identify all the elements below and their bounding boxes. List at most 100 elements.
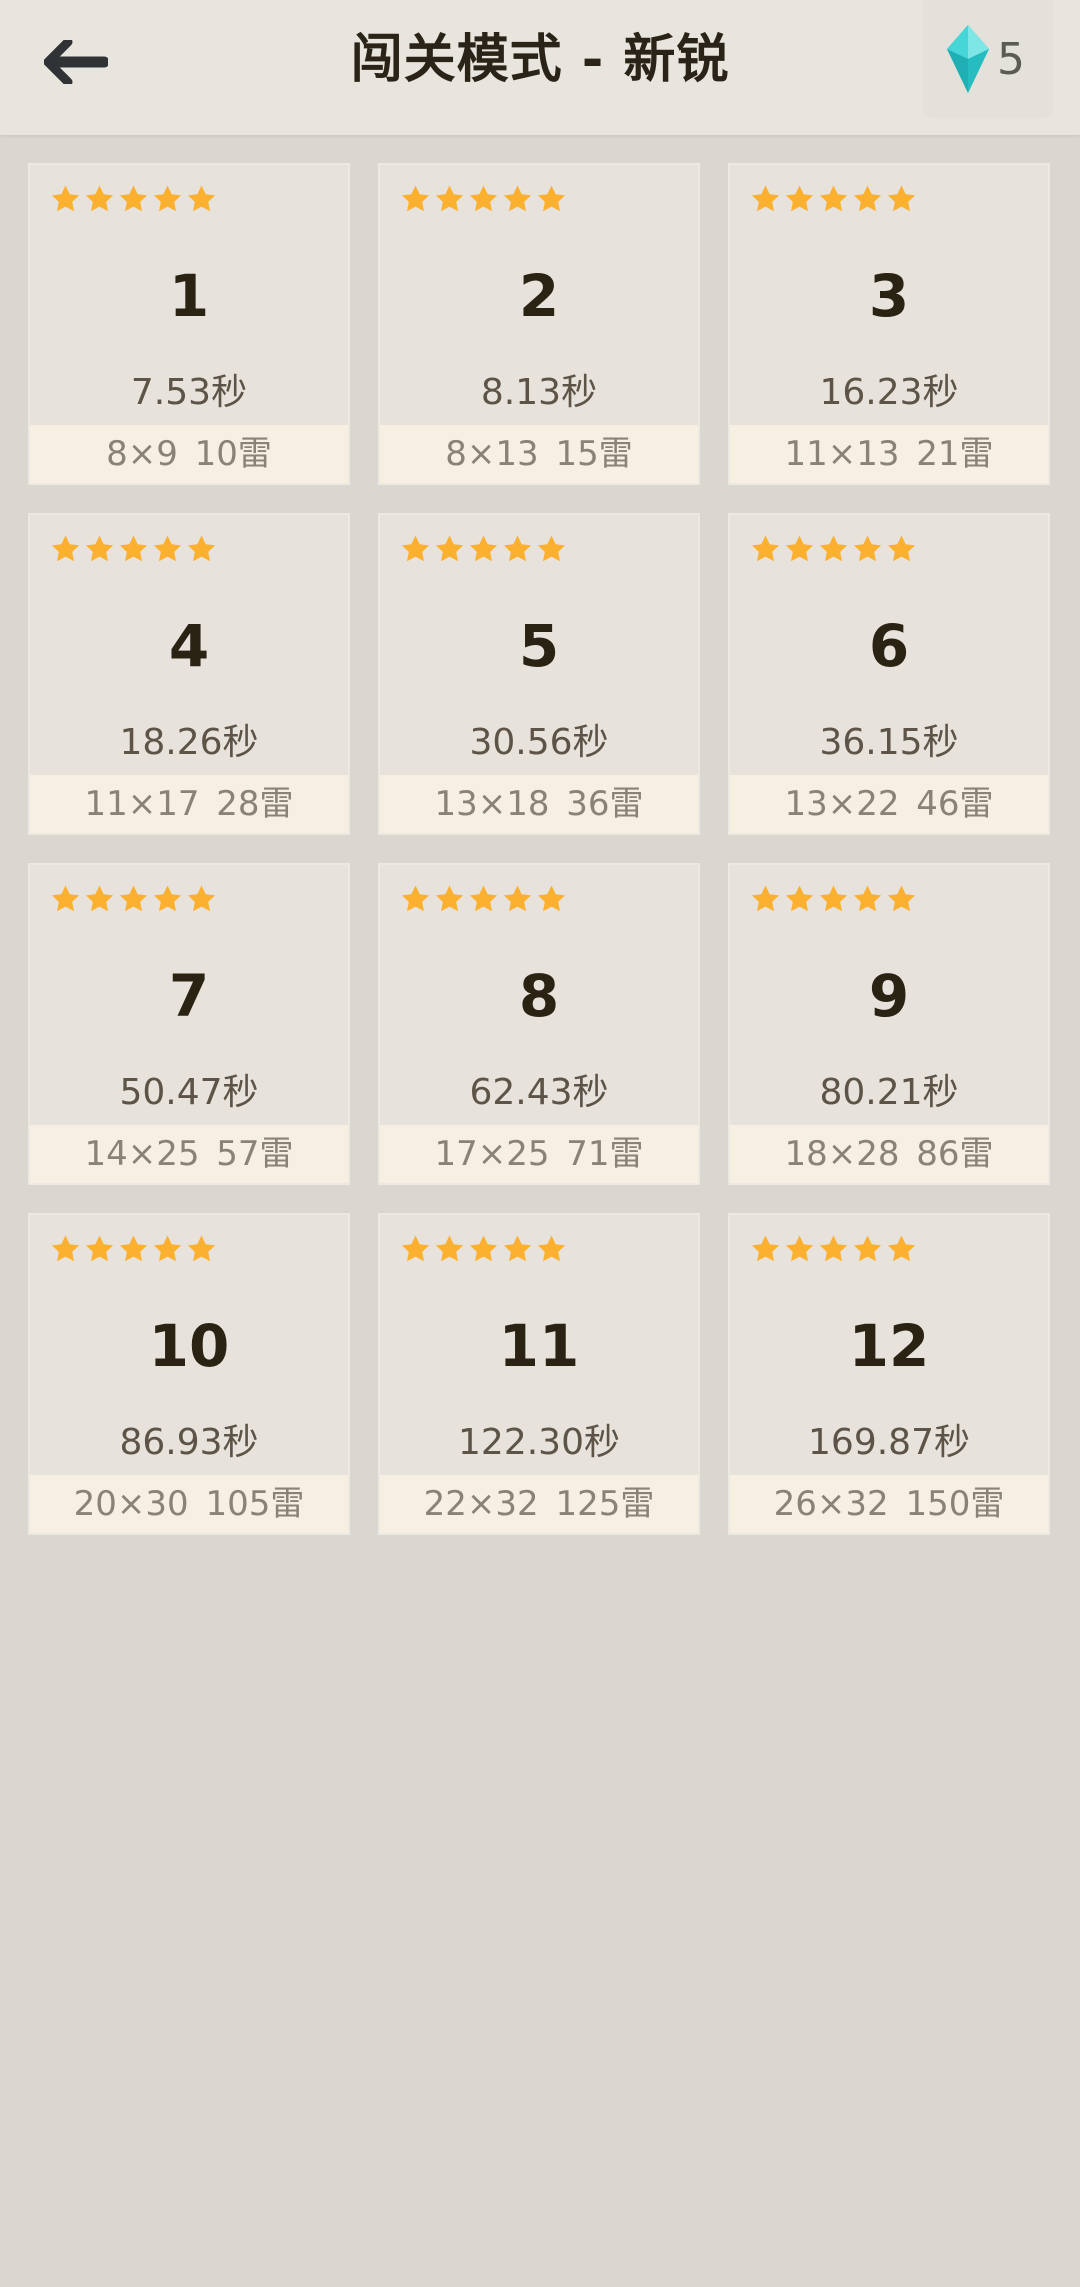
star-icon xyxy=(51,1235,80,1262)
star-icon xyxy=(785,185,814,212)
level-board-info: 11×13 21雷 xyxy=(730,425,1048,483)
star-icon xyxy=(469,535,498,562)
star-icon xyxy=(537,1235,566,1262)
level-number: 10 xyxy=(148,1312,230,1380)
star-icon xyxy=(435,535,464,562)
star-icon xyxy=(85,185,114,212)
star-icon xyxy=(153,885,182,912)
star-icon xyxy=(887,535,916,562)
level-number: 4 xyxy=(168,612,210,680)
level-card-6[interactable]: 6 36.15秒 13×22 46雷 xyxy=(728,513,1050,835)
level-card-4[interactable]: 4 18.26秒 11×17 28雷 xyxy=(28,513,350,835)
star-rating xyxy=(400,534,567,563)
level-number: 12 xyxy=(848,1312,930,1380)
level-number: 11 xyxy=(498,1312,580,1380)
star-icon xyxy=(401,535,430,562)
level-best-time: 18.26秒 xyxy=(119,722,259,763)
level-best-time: 50.47秒 xyxy=(119,1072,259,1113)
star-icon xyxy=(853,535,882,562)
star-rating xyxy=(400,884,567,913)
level-best-time: 7.53秒 xyxy=(130,372,248,413)
level-card-1[interactable]: 1 7.53秒 8×9 10雷 xyxy=(28,163,350,485)
star-icon xyxy=(819,1235,848,1262)
star-icon xyxy=(751,535,780,562)
level-number: 7 xyxy=(168,962,210,1030)
star-rating xyxy=(750,1234,917,1263)
star-icon xyxy=(887,185,916,212)
star-rating xyxy=(400,1234,567,1263)
star-icon xyxy=(435,1235,464,1262)
level-number: 5 xyxy=(518,612,560,680)
star-icon xyxy=(119,535,148,562)
level-best-time: 169.87秒 xyxy=(808,1422,970,1463)
star-icon xyxy=(401,1235,430,1262)
level-card-11[interactable]: 11 122.30秒 22×32 125雷 xyxy=(378,1213,700,1535)
star-icon xyxy=(469,1235,498,1262)
level-number: 9 xyxy=(868,962,910,1030)
star-icon xyxy=(435,885,464,912)
level-best-time: 80.21秒 xyxy=(819,1072,959,1113)
star-icon xyxy=(819,185,848,212)
star-icon xyxy=(153,535,182,562)
star-icon xyxy=(153,1235,182,1262)
star-icon xyxy=(435,185,464,212)
star-icon xyxy=(537,185,566,212)
level-board-info: 11×17 28雷 xyxy=(30,775,348,833)
star-icon xyxy=(187,1235,216,1262)
star-icon xyxy=(119,185,148,212)
level-card-3[interactable]: 3 16.23秒 11×13 21雷 xyxy=(728,163,1050,485)
level-number: 1 xyxy=(168,262,210,330)
level-best-time: 36.15秒 xyxy=(819,722,959,763)
level-card-12[interactable]: 12 169.87秒 26×32 150雷 xyxy=(728,1213,1050,1535)
level-board-info: 13×18 36雷 xyxy=(380,775,698,833)
level-board-info: 26×32 150雷 xyxy=(730,1475,1048,1533)
level-card-9[interactable]: 9 80.21秒 18×28 86雷 xyxy=(728,863,1050,1185)
level-board-info: 22×32 125雷 xyxy=(380,1475,698,1533)
level-number: 8 xyxy=(518,962,560,1030)
star-icon xyxy=(503,535,532,562)
level-board-info: 17×25 71雷 xyxy=(380,1125,698,1183)
star-rating xyxy=(400,184,567,213)
star-icon xyxy=(401,885,430,912)
star-icon xyxy=(187,535,216,562)
star-icon xyxy=(51,535,80,562)
star-icon xyxy=(469,185,498,212)
star-icon xyxy=(85,885,114,912)
star-rating xyxy=(750,184,917,213)
gem-counter[interactable]: 5 xyxy=(923,0,1053,118)
level-number: 6 xyxy=(868,612,910,680)
star-rating xyxy=(50,534,217,563)
star-icon xyxy=(51,885,80,912)
star-icon xyxy=(187,185,216,212)
star-icon xyxy=(85,535,114,562)
star-rating xyxy=(750,884,917,913)
level-card-10[interactable]: 10 86.93秒 20×30 105雷 xyxy=(28,1213,350,1535)
star-icon xyxy=(469,885,498,912)
diamond-icon xyxy=(947,25,989,93)
star-rating xyxy=(750,534,917,563)
level-card-7[interactable]: 7 50.47秒 14×25 57雷 xyxy=(28,863,350,1185)
star-rating xyxy=(50,884,217,913)
level-board-info: 20×30 105雷 xyxy=(30,1475,348,1533)
star-rating xyxy=(50,1234,217,1263)
star-icon xyxy=(785,885,814,912)
star-icon xyxy=(51,185,80,212)
level-card-8[interactable]: 8 62.43秒 17×25 71雷 xyxy=(378,863,700,1185)
star-icon xyxy=(853,185,882,212)
level-card-5[interactable]: 5 30.56秒 13×18 36雷 xyxy=(378,513,700,835)
star-icon xyxy=(503,1235,532,1262)
level-board-info: 8×9 10雷 xyxy=(30,425,348,483)
level-board-info: 13×22 46雷 xyxy=(730,775,1048,833)
star-icon xyxy=(887,1235,916,1262)
level-number: 3 xyxy=(868,262,910,330)
star-icon xyxy=(537,885,566,912)
level-best-time: 86.93秒 xyxy=(119,1422,259,1463)
level-board-info: 14×25 57雷 xyxy=(30,1125,348,1183)
level-best-time: 8.13秒 xyxy=(480,372,598,413)
star-icon xyxy=(401,185,430,212)
star-icon xyxy=(819,535,848,562)
star-icon xyxy=(119,1235,148,1262)
star-icon xyxy=(119,885,148,912)
gem-count: 5 xyxy=(997,33,1025,85)
level-card-2[interactable]: 2 8.13秒 8×13 15雷 xyxy=(378,163,700,485)
